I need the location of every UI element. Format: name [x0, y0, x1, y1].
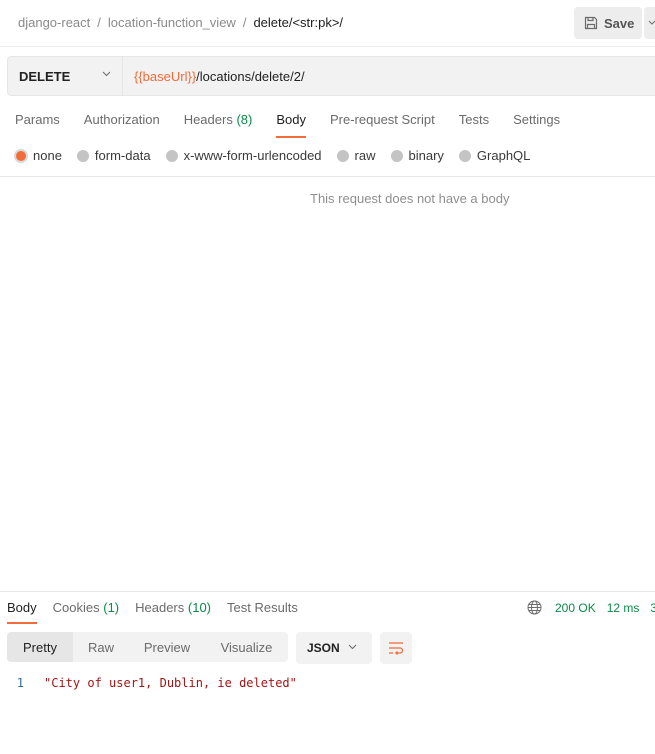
save-label: Save: [604, 15, 635, 31]
request-tabs: Params Authorization Headers (8) Body Pr…: [15, 112, 584, 138]
tab-label: Headers: [135, 600, 185, 615]
radio-graphql[interactable]: GraphQL: [458, 148, 531, 163]
tab-pre-request-script[interactable]: Pre-request Script: [330, 112, 435, 138]
view-visualize[interactable]: Visualize: [205, 632, 288, 662]
radio-label: form-data: [94, 148, 151, 163]
view-preview[interactable]: Preview: [129, 632, 205, 662]
tab-params[interactable]: Params: [15, 112, 60, 138]
tab-tests[interactable]: Tests: [459, 112, 489, 138]
request-header: django-react / location-function_view / …: [0, 0, 655, 47]
divider: [0, 176, 655, 177]
response-meta: 200 OK 12 ms 3: [527, 600, 655, 615]
radio-icon[interactable]: [76, 149, 89, 162]
format-select[interactable]: JSON: [296, 632, 372, 664]
request-name[interactable]: delete/<str:pk>/: [253, 15, 343, 30]
response-tab-headers[interactable]: Headers (10): [135, 600, 211, 624]
url-input[interactable]: {{baseUrl}}/locations/delete/2/: [134, 69, 305, 84]
breadcrumb-folder[interactable]: location-function_view: [108, 15, 236, 30]
response-tab-test-results[interactable]: Test Results: [227, 600, 298, 624]
radio-x-www-form-urlencoded[interactable]: x-www-form-urlencoded: [165, 148, 322, 163]
breadcrumb: django-react / location-function_view / …: [18, 15, 343, 30]
response-view-selector: Pretty Raw Preview Visualize: [7, 632, 288, 662]
save-options-button[interactable]: [644, 7, 655, 39]
breadcrumb-separator: /: [242, 15, 247, 30]
tab-body[interactable]: Body: [276, 112, 306, 138]
pane-resize-handle[interactable]: [0, 591, 655, 592]
radio-label: binary: [408, 148, 444, 163]
response-time[interactable]: 12 ms: [607, 601, 640, 615]
response-tab-cookies[interactable]: Cookies (1): [53, 600, 119, 624]
tab-authorization[interactable]: Authorization: [84, 112, 160, 138]
tab-label: Test Results: [227, 600, 298, 615]
radio-label: x-www-form-urlencoded: [183, 148, 322, 163]
tab-label: Headers: [183, 112, 233, 127]
code-line: 1 "City of user1, Dublin, ie deleted": [0, 676, 297, 690]
radio-icon[interactable]: [336, 149, 349, 162]
url-variable: {{baseUrl}}: [134, 69, 197, 84]
code-string[interactable]: "City of user1, Dublin, ie deleted": [44, 676, 297, 690]
chevron-down-icon: [348, 644, 357, 650]
radio-none[interactable]: none: [15, 148, 62, 163]
radio-icon[interactable]: [390, 149, 403, 162]
radio-checked-icon[interactable]: [16, 150, 26, 161]
breadcrumb-collection[interactable]: django-react: [18, 15, 90, 30]
radio-raw[interactable]: raw: [336, 148, 376, 163]
url-bar: DELETE {{baseUrl}}/locations/delete/2/: [7, 56, 655, 96]
radio-icon[interactable]: [165, 149, 178, 162]
save-icon: [584, 16, 598, 30]
line-number: 1: [16, 676, 24, 690]
response-size[interactable]: 3: [650, 601, 655, 615]
radio-binary[interactable]: binary: [390, 148, 444, 163]
radio-label: GraphQL: [476, 148, 531, 163]
format-label: JSON: [307, 641, 340, 655]
tab-label: Params: [15, 112, 60, 127]
tab-headers[interactable]: Headers (8): [184, 112, 253, 138]
tab-settings[interactable]: Settings: [513, 112, 560, 138]
body-type-radio-group: none form-data x-www-form-urlencoded raw…: [15, 148, 545, 163]
method-label: DELETE: [19, 68, 71, 84]
tab-label: Settings: [513, 112, 561, 127]
tab-label: Pre-request Script: [329, 112, 435, 127]
chevron-down-icon: [102, 71, 111, 77]
chevron-down-icon: [648, 20, 655, 25]
tab-count: (10): [187, 600, 212, 615]
response-tab-body[interactable]: Body: [7, 600, 37, 624]
wrap-lines-icon: [389, 642, 404, 655]
radio-form-data[interactable]: form-data: [76, 148, 151, 163]
tab-count: (1): [103, 600, 120, 615]
tab-label: Cookies: [52, 600, 100, 615]
response-tabs: Body Cookies (1) Headers (10) Test Resul…: [7, 600, 314, 624]
radio-label: raw: [354, 148, 376, 163]
tab-label: Tests: [458, 112, 490, 127]
tab-label: Body: [7, 600, 37, 615]
url-path: /locations/delete/2/: [196, 69, 305, 84]
breadcrumb-separator: /: [97, 15, 101, 30]
status-code[interactable]: 200 OK: [555, 601, 596, 615]
radio-icon[interactable]: [458, 149, 471, 162]
method-select[interactable]: DELETE: [8, 57, 123, 95]
view-pretty[interactable]: Pretty: [7, 632, 73, 662]
tab-count: (8): [236, 112, 253, 127]
radio-label: none: [33, 148, 62, 163]
wrap-lines-button[interactable]: [380, 632, 412, 664]
tab-label: Authorization: [83, 112, 160, 127]
globe-icon[interactable]: [527, 600, 542, 615]
tab-label: Body: [276, 112, 306, 127]
view-raw[interactable]: Raw: [73, 632, 129, 662]
empty-body-message: This request does not have a body: [310, 191, 510, 206]
save-button[interactable]: Save: [574, 7, 642, 39]
